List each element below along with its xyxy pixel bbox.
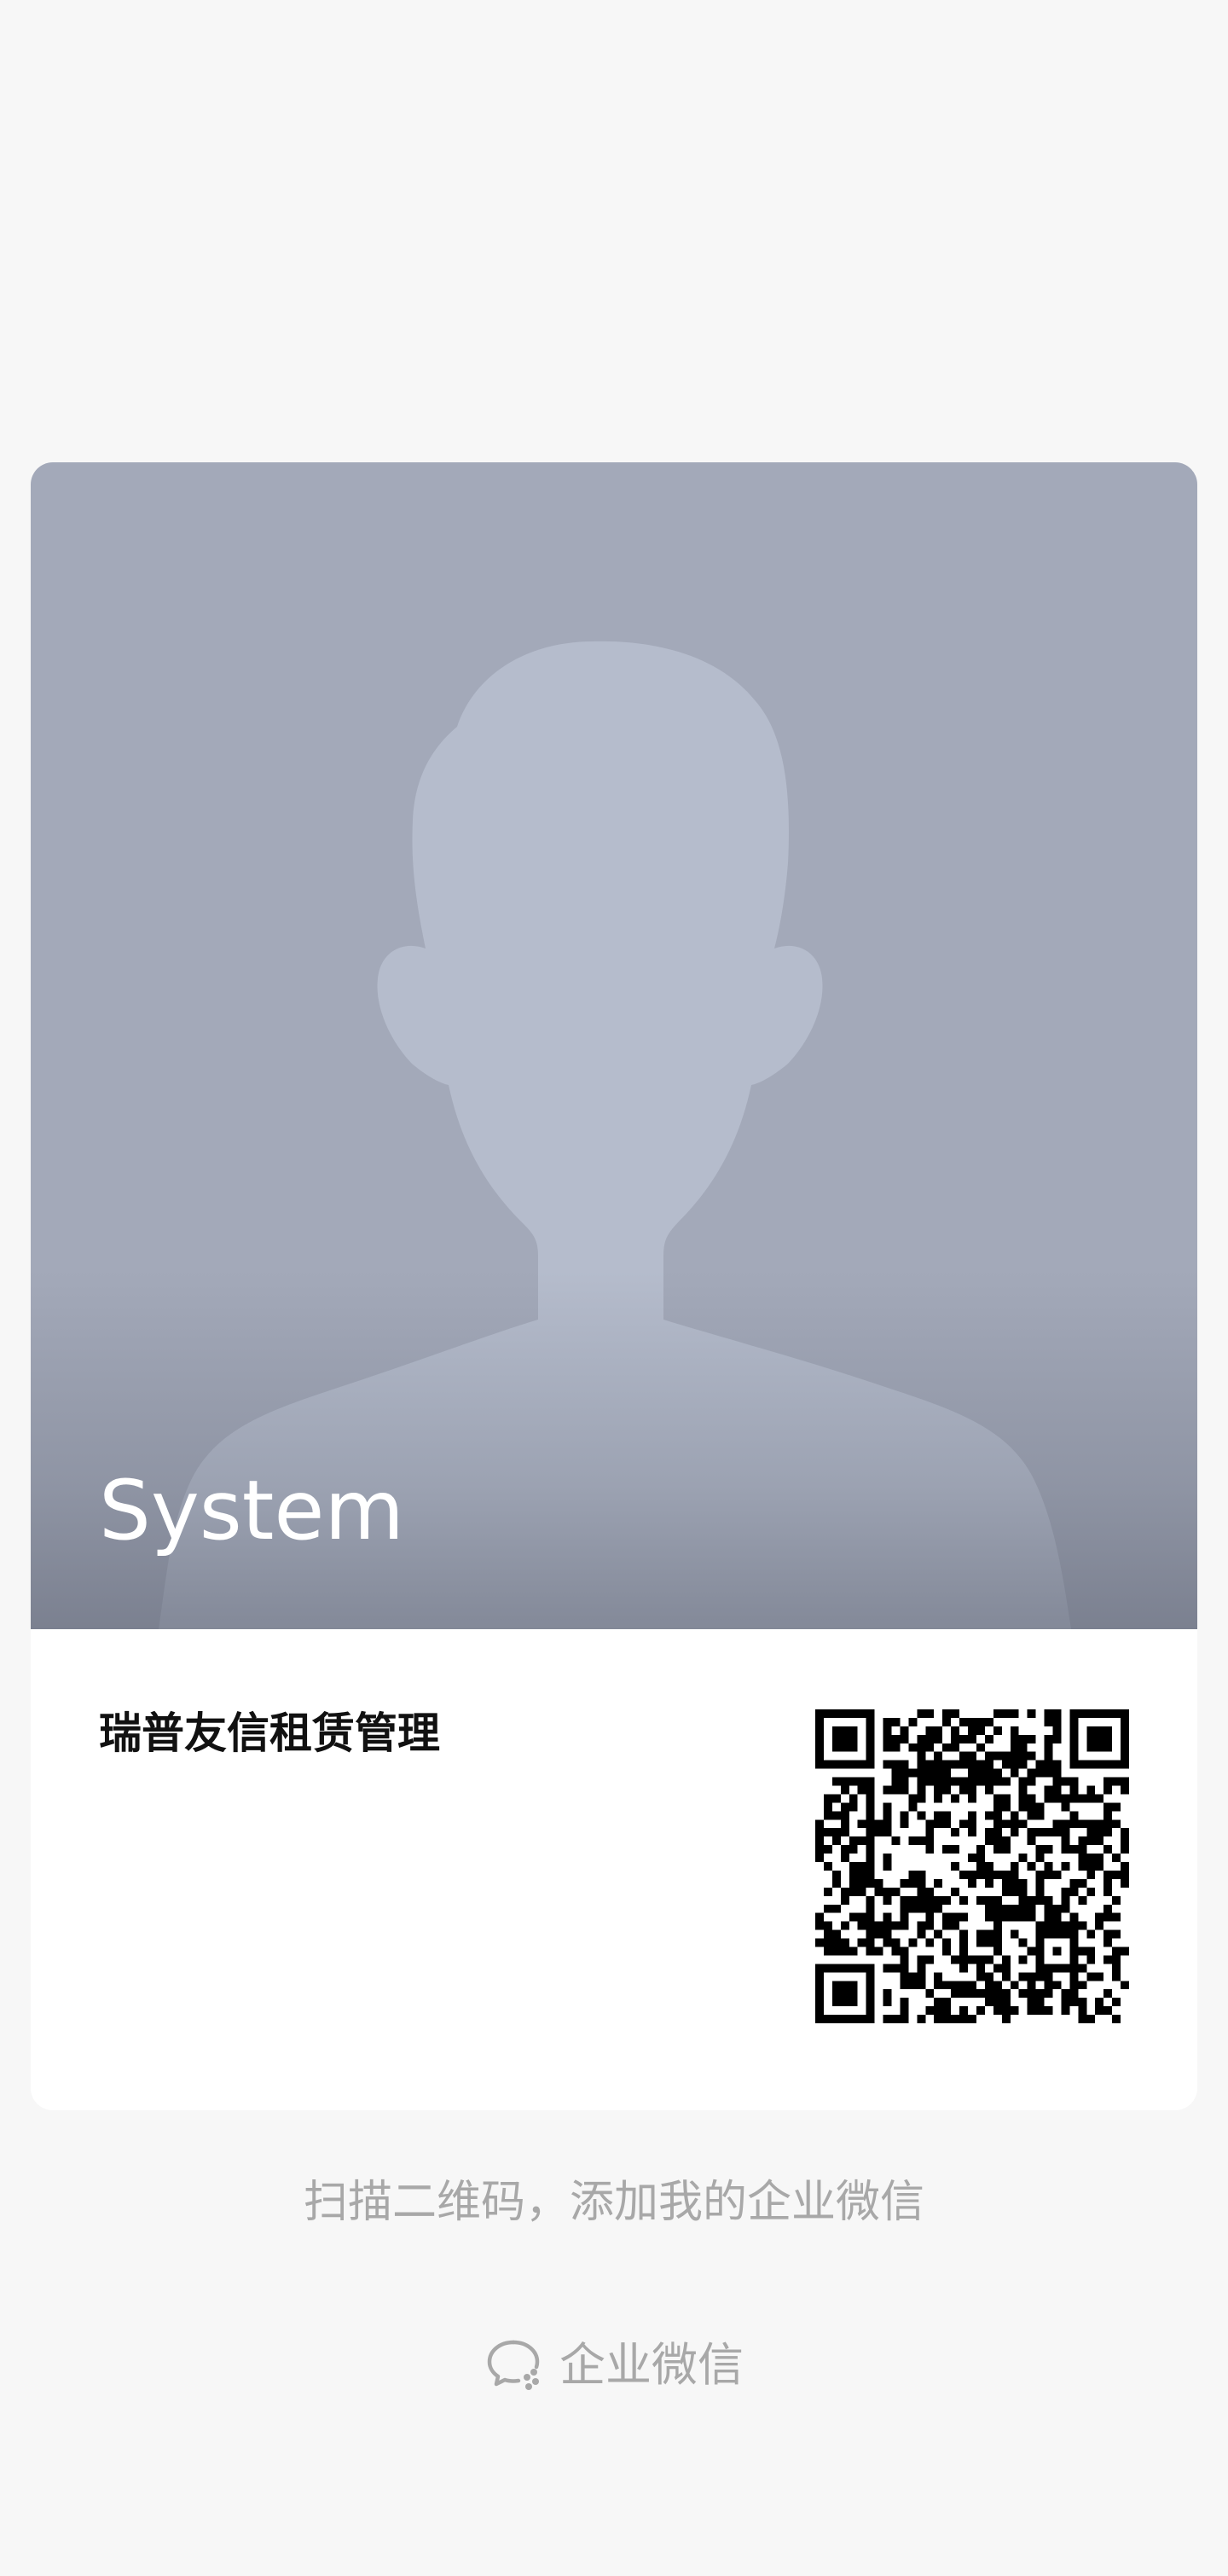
card-info: 瑞普友信租赁管理 (31, 1629, 1197, 2110)
wecom-chat-icon (487, 2340, 540, 2390)
contact-name: System (99, 1463, 404, 1558)
qr-code-icon (815, 1709, 1129, 2023)
qr-code[interactable] (815, 1709, 1129, 2023)
company-name: 瑞普友信租赁管理 (99, 1709, 440, 1758)
wecom-brand-label: 企业微信 (559, 2338, 744, 2392)
contact-card: System 瑞普友信租赁管理 (31, 462, 1197, 2110)
profile-photo: System (31, 462, 1197, 1629)
wecom-brand: 企业微信 (0, 2335, 1228, 2395)
scan-hint-text: 扫描二维码，添加我的企业微信 (303, 2177, 924, 2228)
business-card-page: System 瑞普友信租赁管理 扫描二维码，添加我的企业微信 企业微信 (0, 0, 1228, 2576)
photo-gradient-overlay (31, 1271, 1197, 1629)
